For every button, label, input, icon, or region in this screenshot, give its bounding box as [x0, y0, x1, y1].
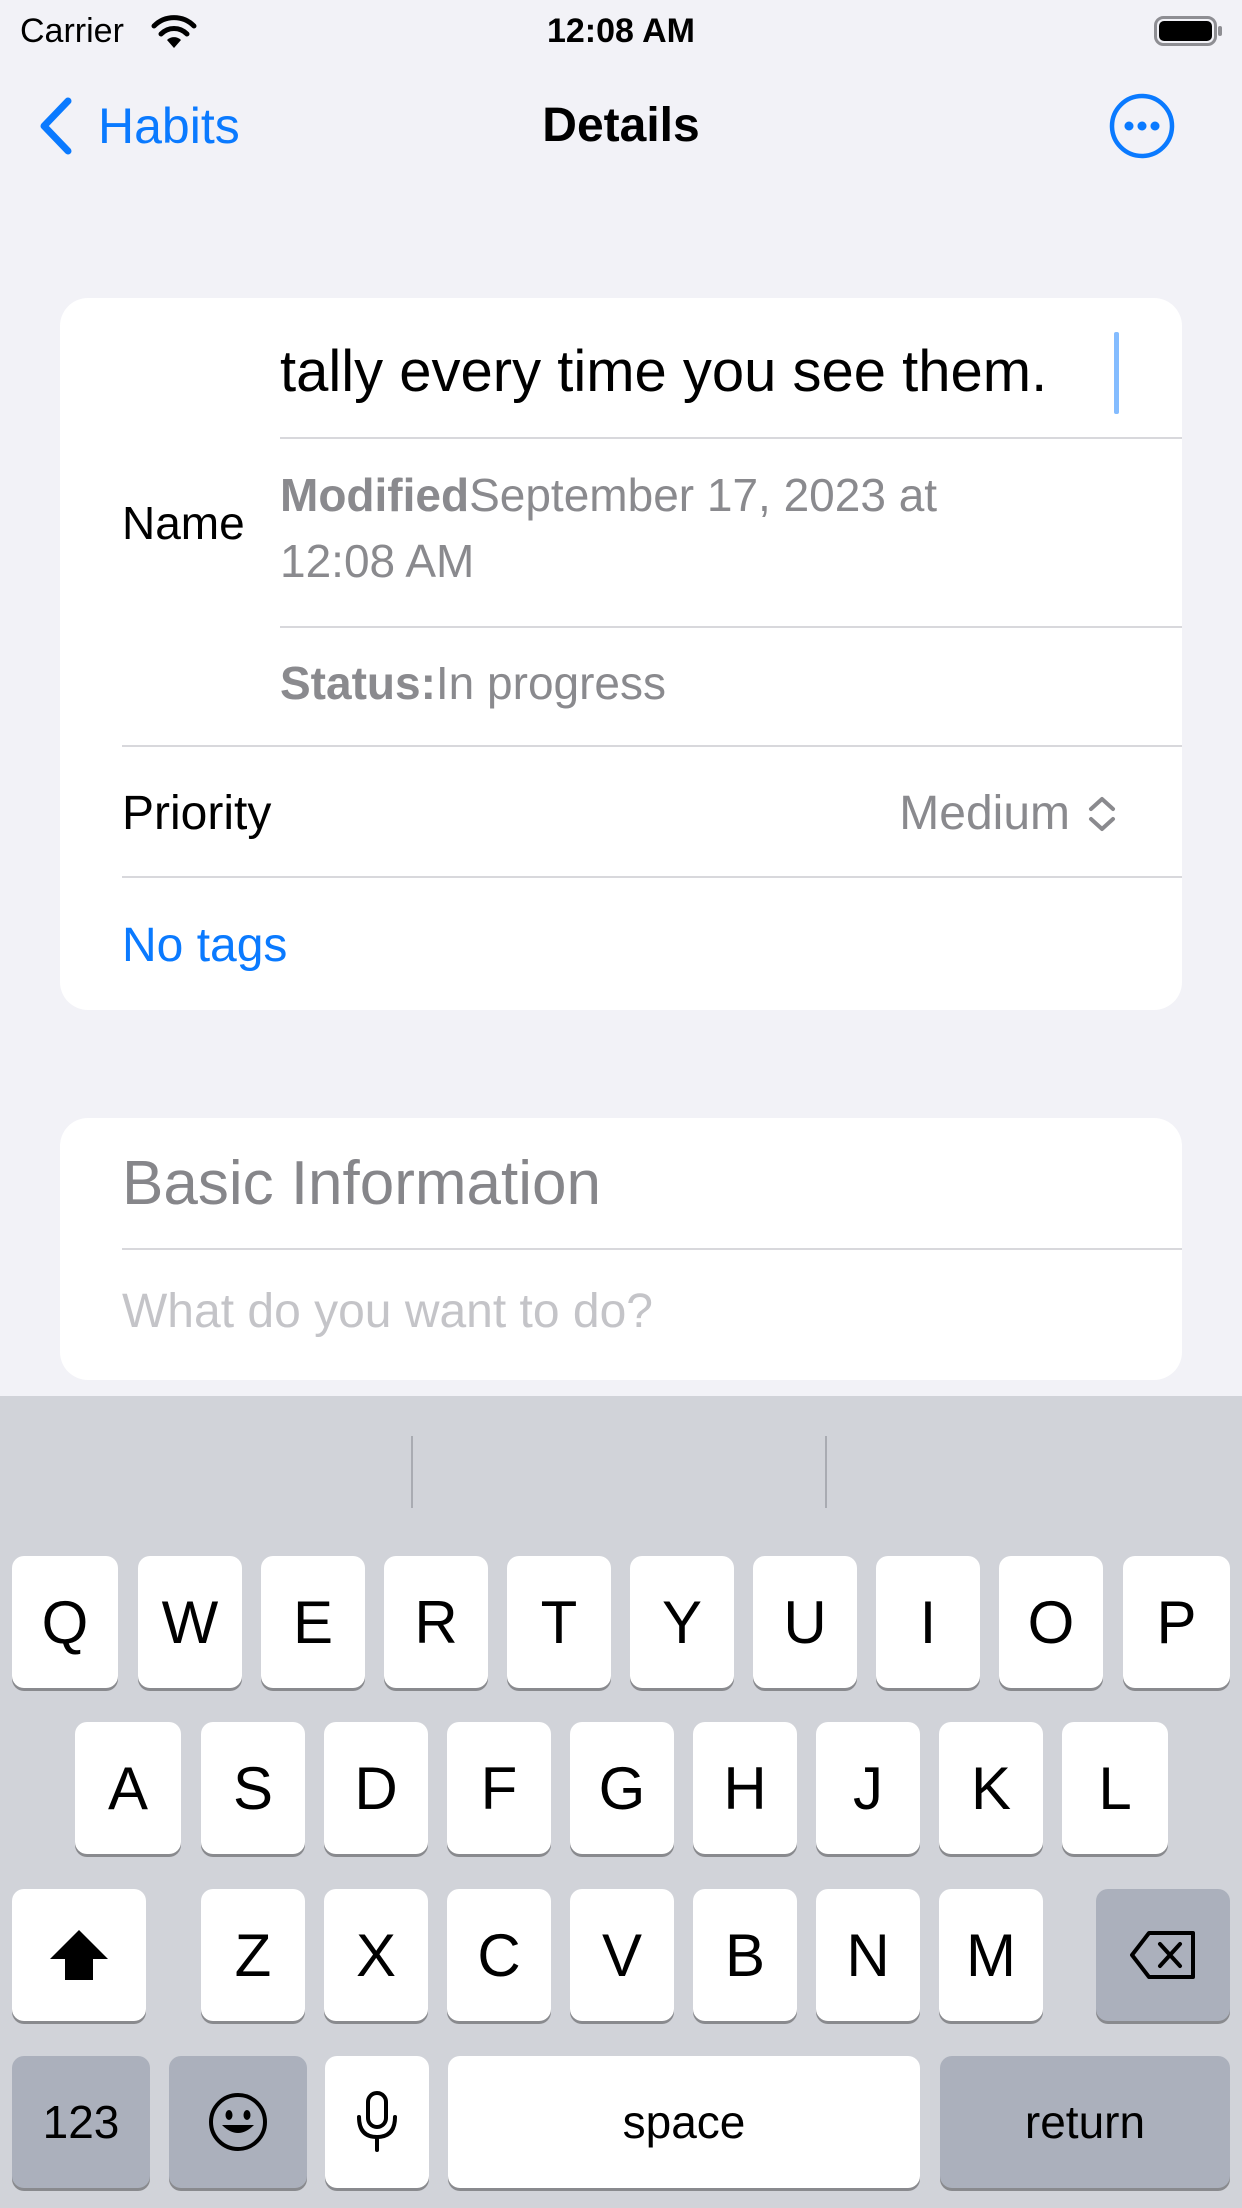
numbers-key[interactable]: 123 [12, 2056, 150, 2188]
key-v[interactable]: V [570, 1889, 674, 2021]
modified-info: ModifiedSeptember 17, 2023 at 12:08 AM [280, 462, 1040, 594]
basic-information-card: Basic Information What do you want to do… [60, 1118, 1182, 1380]
microphone-icon [357, 2091, 397, 2152]
suggestion-divider [825, 1436, 827, 1508]
modified-label: Modified [280, 469, 470, 521]
key-n[interactable]: N [816, 1889, 920, 2021]
name-label: Name [122, 497, 245, 549]
key-g[interactable]: G [570, 1722, 674, 1854]
key-m[interactable]: M [939, 1889, 1043, 2021]
divider [122, 745, 1182, 747]
basic-information-title: Basic Information [122, 1149, 601, 1218]
key-k[interactable]: K [939, 1722, 1043, 1854]
divider [280, 626, 1182, 628]
key-i[interactable]: I [876, 1556, 980, 1688]
key-a[interactable]: A [75, 1722, 181, 1854]
name-field[interactable]: tally every time you see them. [280, 338, 1047, 405]
space-key[interactable]: space [448, 2056, 920, 2188]
priority-picker[interactable]: Medium [899, 786, 1118, 841]
key-d[interactable]: D [324, 1722, 428, 1854]
more-options-icon[interactable] [1108, 92, 1176, 160]
page-title: Details [542, 99, 700, 152]
divider [280, 437, 1182, 439]
battery-icon [1154, 16, 1222, 46]
text-cursor [1114, 332, 1119, 414]
key-t[interactable]: T [507, 1556, 611, 1688]
delete-key[interactable] [1096, 1889, 1230, 2021]
key-o[interactable]: O [999, 1556, 1103, 1688]
emoji-key[interactable] [169, 2056, 307, 2188]
key-e[interactable]: E [261, 1556, 365, 1688]
priority-label: Priority [122, 787, 272, 840]
clock: 12:08 AM [546, 12, 696, 50]
tags-button[interactable]: No tags [122, 918, 287, 973]
divider [122, 876, 1182, 878]
divider [122, 1248, 1182, 1250]
backspace-icon [1130, 1931, 1195, 1979]
dictation-key[interactable] [325, 2056, 429, 2188]
description-input[interactable]: What do you want to do? [122, 1284, 653, 1339]
key-s[interactable]: S [201, 1722, 305, 1854]
suggestion-divider [411, 1436, 413, 1508]
shift-icon [50, 1930, 108, 1980]
shift-key[interactable] [12, 1889, 146, 2021]
key-w[interactable]: W [138, 1556, 242, 1688]
key-l[interactable]: L [1062, 1722, 1168, 1854]
key-j[interactable]: J [816, 1722, 920, 1854]
key-r[interactable]: R [384, 1556, 488, 1688]
key-h[interactable]: H [693, 1722, 797, 1854]
screen: Carrier 12:08 AM Habits Details Name tal… [0, 0, 1242, 2208]
status-bar: Carrier 12:08 AM [0, 0, 1242, 62]
key-b[interactable]: B [693, 1889, 797, 2021]
key-y[interactable]: Y [630, 1556, 734, 1688]
key-z[interactable]: Z [201, 1889, 305, 2021]
keyboard: Q W E R T Y U I O P A S D F G H J K L Z … [0, 1396, 1242, 2208]
return-key[interactable]: return [940, 2056, 1230, 2188]
details-card: Name tally every time you see them. Modi… [60, 298, 1182, 1010]
status-label: Status: [280, 657, 436, 709]
emoji-icon [209, 2093, 267, 2151]
status-value: In progress [435, 657, 667, 709]
status-info: Status:In progress [280, 650, 666, 716]
priority-value: Medium [899, 787, 1070, 840]
key-u[interactable]: U [753, 1556, 857, 1688]
key-x[interactable]: X [324, 1889, 428, 2021]
key-p[interactable]: P [1123, 1556, 1230, 1688]
chevron-up-down-icon [1089, 796, 1115, 831]
key-c[interactable]: C [447, 1889, 551, 2021]
navigation-bar: Habits Details [0, 70, 1242, 182]
key-q[interactable]: Q [12, 1556, 118, 1688]
key-f[interactable]: F [447, 1722, 551, 1854]
